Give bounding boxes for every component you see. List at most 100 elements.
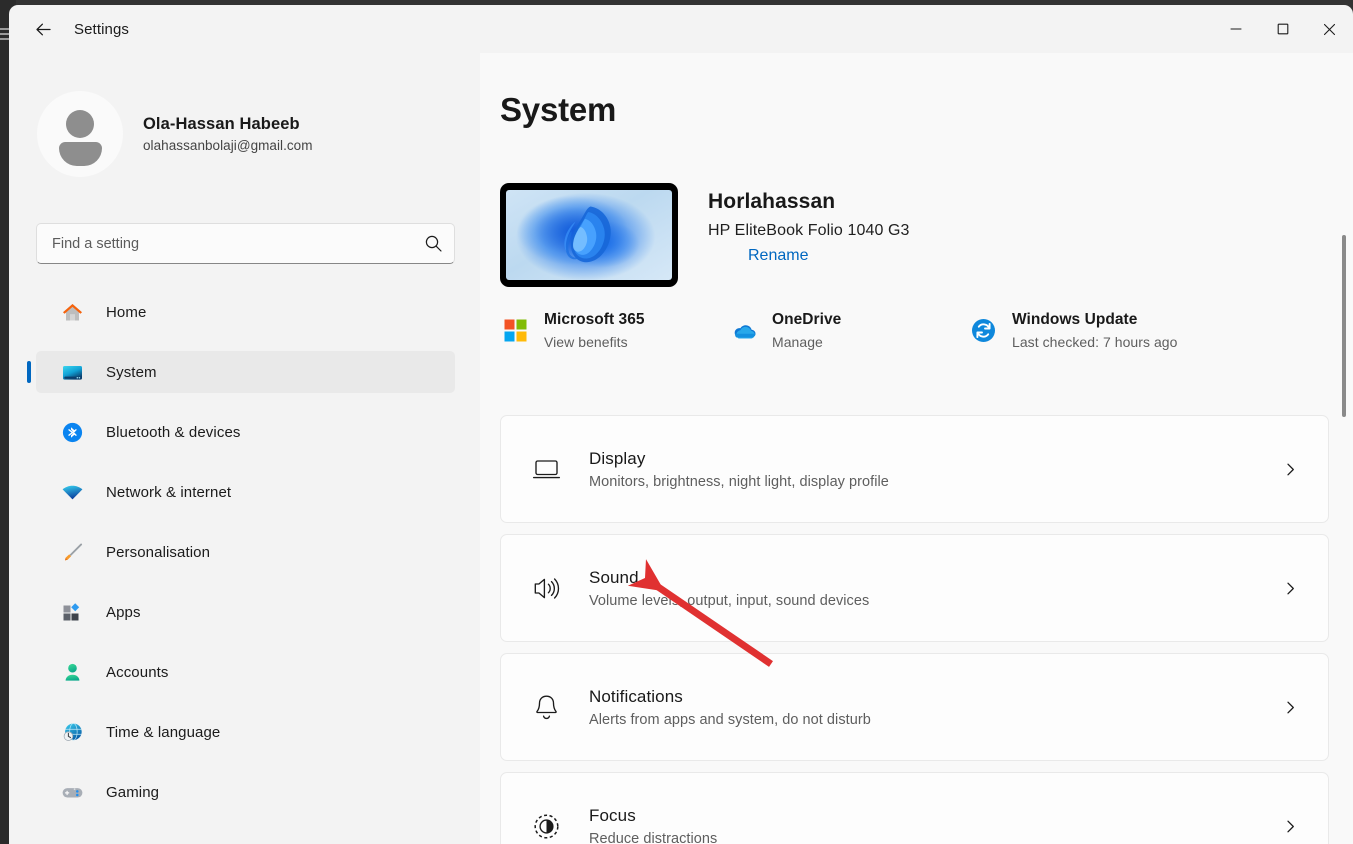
page-title: System [500, 91, 617, 128]
device-meta: Horlahassan HP EliteBook Folio 1040 G3 R… [708, 183, 910, 287]
sidebar-item-label: Network & internet [106, 483, 232, 501]
paintbrush-icon [58, 538, 86, 566]
quick-link-title: Windows Update [1012, 311, 1138, 328]
settings-card-notifications[interactable]: Notifications Alerts from apps and syste… [500, 653, 1329, 761]
profile-text: Ola-Hassan Habeeb olahassanbolaji@gmail.… [143, 115, 313, 153]
content-scrollbar[interactable] [1341, 178, 1347, 838]
wifi-icon [58, 478, 86, 506]
sidebar-item-label: Time & language [106, 723, 221, 741]
sidebar-item-accounts[interactable]: Accounts [36, 651, 455, 693]
sidebar-item-label: Personalisation [106, 543, 211, 561]
quick-link-title: Microsoft 365 [544, 311, 645, 328]
windows-bloom-icon [564, 206, 611, 262]
sidebar-item-label: System [106, 363, 157, 381]
window-title: Settings [74, 20, 129, 38]
settings-card-display[interactable]: Display Monitors, brightness, night ligh… [500, 415, 1329, 523]
settings-card-subtitle: Alerts from apps and system, do not dist… [589, 711, 871, 728]
sidebar-item-bluetooth-devices[interactable]: Bluetooth & devices [36, 411, 455, 453]
settings-card-title: Display [589, 448, 646, 468]
device-screen-preview [506, 190, 672, 280]
quick-link-text: OneDrive Manage [772, 311, 841, 350]
device-model: HP EliteBook Folio 1040 G3 [708, 222, 910, 239]
quick-link-subtitle: Manage [772, 334, 823, 350]
maximize-icon [1277, 23, 1288, 35]
settings-window: Settings Ola-Hassan Habeeb olahassanbola… [9, 5, 1353, 844]
settings-card-text: Notifications Alerts from apps and syste… [589, 687, 1283, 728]
quick-link-subtitle: View benefits [544, 334, 628, 350]
quick-link-title: OneDrive [772, 311, 842, 328]
search-button[interactable] [412, 224, 454, 263]
profile-email: olahassanbolaji@gmail.com [143, 138, 313, 153]
maximize-button[interactable] [1259, 5, 1306, 53]
main-content: System Horlahassan HP EliteBook Folio 10… [480, 53, 1353, 844]
minimize-button[interactable] [1212, 5, 1259, 53]
search-icon [425, 235, 442, 252]
sidebar-item-time-language[interactable]: Time & language [36, 711, 455, 753]
avatar [37, 91, 123, 177]
sidebar: Ola-Hassan Habeeb olahassanbolaji@gmail.… [9, 53, 480, 844]
search-box[interactable] [36, 223, 455, 264]
sidebar-item-apps[interactable]: Apps [36, 591, 455, 633]
title-bar: Settings [9, 5, 1353, 53]
search-input[interactable] [37, 235, 412, 252]
window-controls [1212, 5, 1353, 53]
settings-card-subtitle: Reduce distractions [589, 830, 718, 844]
sidebar-item-label: Gaming [106, 783, 160, 801]
person-icon [58, 658, 86, 686]
sidebar-item-label: Accounts [106, 663, 169, 681]
chevron-right-icon [1283, 581, 1298, 596]
settings-card-sound[interactable]: Sound Volume levels, output, input, soun… [500, 534, 1329, 642]
close-icon [1323, 23, 1336, 35]
speaker-icon [529, 571, 563, 605]
quick-link-microsoft-365[interactable]: Microsoft 365 View benefits [500, 311, 728, 350]
microsoft-logo-icon [500, 316, 530, 346]
clock-globe-icon [58, 718, 86, 746]
sidebar-item-home[interactable]: Home [36, 291, 455, 333]
sidebar-item-label: Apps [106, 603, 141, 621]
settings-card-title: Focus [589, 805, 636, 825]
sidebar-nav: Home System Bluetooth & devices Network … [27, 291, 455, 831]
settings-card-title: Sound [589, 567, 639, 587]
device-summary: Horlahassan HP EliteBook Folio 1040 G3 R… [500, 183, 910, 287]
sidebar-item-network-internet[interactable]: Network & internet [36, 471, 455, 513]
display-icon [529, 452, 563, 486]
quick-link-windows-update[interactable]: Windows Update Last checked: 7 hours ago [968, 311, 1177, 350]
monitor-icon [58, 358, 86, 386]
settings-card-title: Notifications [589, 686, 683, 706]
chevron-right-icon [1283, 462, 1298, 477]
settings-card-text: Display Monitors, brightness, night ligh… [589, 449, 1283, 490]
device-name: Horlahassan [708, 190, 836, 213]
minimize-icon [1229, 28, 1242, 30]
quick-link-onedrive[interactable]: OneDrive Manage [728, 311, 968, 350]
quick-link-text: Windows Update Last checked: 7 hours ago [1012, 311, 1177, 350]
close-button[interactable] [1306, 5, 1353, 53]
settings-card-subtitle: Volume levels, output, input, sound devi… [589, 592, 870, 609]
onedrive-cloud-icon [728, 316, 758, 346]
settings-card-list: Display Monitors, brightness, night ligh… [500, 415, 1329, 844]
settings-card-text: Sound Volume levels, output, input, soun… [589, 568, 1283, 609]
scrollbar-thumb[interactable] [1342, 235, 1346, 417]
chevron-right-icon [1283, 819, 1298, 834]
focus-icon [529, 809, 563, 843]
settings-card-text: Focus Reduce distractions [589, 806, 1283, 844]
bluetooth-icon [58, 418, 86, 446]
gamepad-icon [58, 778, 86, 806]
sidebar-item-label: Home [106, 303, 147, 321]
laptop-wallpaper-thumbnail [500, 183, 678, 287]
profile-name: Ola-Hassan Habeeb [143, 115, 300, 133]
sidebar-item-personalisation[interactable]: Personalisation [36, 531, 455, 573]
chevron-right-icon [1283, 700, 1298, 715]
quick-link-subtitle: Last checked: 7 hours ago [1012, 334, 1178, 350]
settings-card-focus[interactable]: Focus Reduce distractions [500, 772, 1329, 844]
sidebar-item-system[interactable]: System [27, 351, 455, 393]
avatar-head-icon [66, 110, 94, 138]
sidebar-item-label: Bluetooth & devices [106, 423, 241, 441]
bell-icon [529, 690, 563, 724]
rename-link[interactable]: Rename [748, 247, 808, 265]
user-profile[interactable]: Ola-Hassan Habeeb olahassanbolaji@gmail.… [37, 91, 313, 177]
back-arrow-icon [35, 23, 51, 35]
avatar-body-icon [58, 142, 102, 166]
quick-link-text: Microsoft 365 View benefits [544, 311, 645, 350]
back-button[interactable] [23, 13, 63, 45]
sidebar-item-gaming[interactable]: Gaming [36, 771, 455, 813]
